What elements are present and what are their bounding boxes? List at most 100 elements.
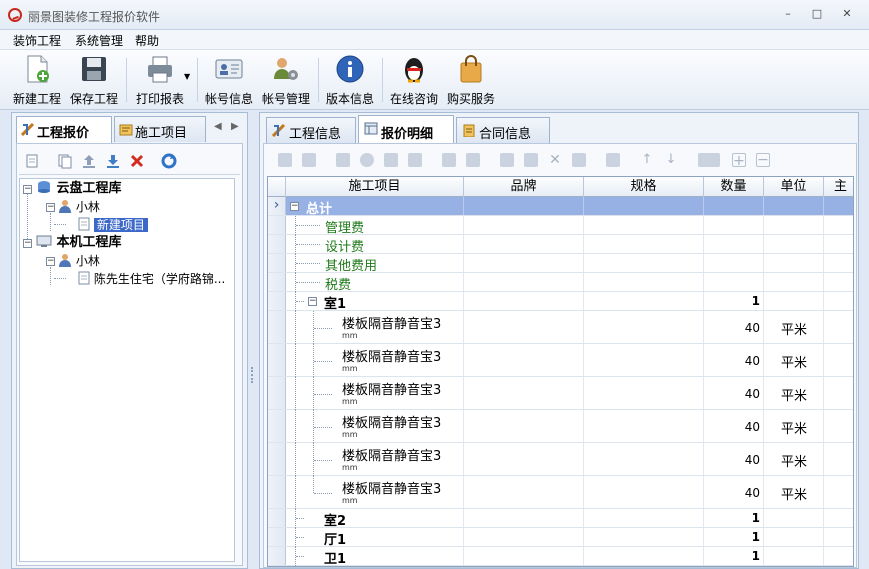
grid-cell[interactable] — [764, 528, 824, 546]
save-project-button[interactable]: 保存工程 — [67, 54, 121, 108]
tree-node-project[interactable]: 陈先生住宅（学府路锦... — [78, 270, 225, 288]
new-project-button[interactable]: 新建工程 — [10, 54, 64, 108]
row-indicator[interactable] — [268, 410, 286, 442]
grid-total-row[interactable]: › − 总计 — [268, 197, 853, 217]
grid-row[interactable]: 楼板隔音静音宝3 mm 40 平米 — [268, 311, 853, 344]
grid-cell[interactable] — [464, 377, 584, 409]
grid-cell[interactable] — [584, 197, 704, 215]
row-indicator[interactable] — [268, 216, 286, 234]
grid-cell[interactable] — [584, 254, 704, 272]
column-header-spec[interactable]: 规格 — [584, 177, 704, 197]
row-indicator[interactable] — [268, 476, 286, 508]
grid-cell[interactable] — [464, 509, 584, 527]
grid-row[interactable]: 楼板隔音静音宝3 mm 40 平米 — [268, 410, 853, 443]
grid-row[interactable]: 卫1 1 — [268, 547, 853, 566]
grid-cell[interactable] — [464, 273, 584, 291]
row-indicator[interactable] — [268, 443, 286, 475]
download-icon[interactable] — [105, 153, 121, 169]
tree-collapse-toggle[interactable]: − — [23, 239, 32, 248]
grid-cell[interactable] — [464, 216, 584, 234]
row-indicator[interactable] — [268, 528, 286, 546]
column-header-main[interactable]: 主 — [824, 177, 853, 197]
column-header-qty[interactable]: 数量 — [704, 177, 764, 197]
tab-project-quote[interactable]: 工程报价 — [16, 116, 112, 144]
grid-row[interactable]: 管理费 — [268, 216, 853, 236]
grid-cell[interactable] — [584, 377, 704, 409]
grid-cell[interactable] — [584, 547, 704, 565]
row-indicator[interactable] — [268, 254, 286, 272]
menu-help[interactable]: 帮助 — [135, 32, 159, 49]
delete-icon[interactable] — [129, 153, 145, 169]
move-down-icon[interactable]: ↓ — [664, 153, 678, 167]
add-child-icon[interactable] — [278, 153, 292, 167]
grid-cell[interactable] — [286, 509, 464, 527]
grid-cell[interactable] — [584, 235, 704, 253]
grid-cell[interactable] — [286, 547, 464, 565]
tab-construction-items[interactable]: 施工项目 — [114, 116, 206, 142]
upload-icon[interactable] — [81, 153, 97, 169]
grid-row[interactable]: 税费 — [268, 273, 853, 293]
column-header-unit[interactable]: 单位 — [764, 177, 824, 197]
grid-cell[interactable] — [464, 254, 584, 272]
row-indicator[interactable] — [268, 292, 286, 310]
refresh-icon[interactable] — [161, 153, 177, 169]
row-collapse-toggle[interactable]: − — [290, 202, 299, 211]
new-node-icon[interactable] — [24, 153, 40, 169]
grid-cell[interactable] — [584, 292, 704, 310]
tab-scroll-left-icon[interactable]: ◀ — [214, 121, 222, 132]
grid-row[interactable]: 室2 1 — [268, 509, 853, 529]
grid-cell[interactable] — [764, 273, 824, 291]
copy-node-icon[interactable] — [57, 153, 73, 169]
menu-decoration-project[interactable]: 装饰工程 — [13, 32, 61, 49]
grid-cell[interactable] — [464, 292, 584, 310]
grid-row[interactable]: 楼板隔音静音宝3 mm 40 平米 — [268, 476, 853, 509]
column-header-item[interactable]: 施工项目 — [286, 177, 464, 197]
grid-cell[interactable] — [764, 509, 824, 527]
tab-contract-info[interactable]: 合同信息 — [456, 117, 550, 143]
grid-cell[interactable] — [764, 547, 824, 565]
grid-cell[interactable] — [584, 509, 704, 527]
row-indicator[interactable] — [268, 377, 286, 409]
tree-node-user[interactable]: 小林 — [58, 252, 100, 270]
grid-cell[interactable] — [464, 344, 584, 376]
grid-cell[interactable] — [764, 216, 824, 234]
grid-cell[interactable] — [584, 528, 704, 546]
grid-row[interactable]: 其他费用 — [268, 254, 853, 274]
buy-service-button[interactable]: 购买服务 — [444, 54, 498, 108]
sort-icon[interactable] — [606, 153, 620, 167]
column-header-brand[interactable]: 品牌 — [464, 177, 584, 197]
grid-cell[interactable] — [764, 235, 824, 253]
grid-cell[interactable] — [584, 216, 704, 234]
grid-cell[interactable] — [464, 547, 584, 565]
tab-quote-details[interactable]: 报价明细 — [358, 115, 454, 143]
online-consult-button[interactable]: 在线咨询 — [387, 54, 441, 108]
tab-scroll-right-icon[interactable]: ▶ — [231, 121, 239, 132]
grid-cell[interactable] — [584, 273, 704, 291]
image-grid-icon[interactable] — [466, 153, 480, 167]
row-indicator[interactable] — [268, 509, 286, 527]
account-manage-button[interactable]: 帐号管理 — [259, 54, 313, 108]
close-button[interactable]: ✕ — [840, 8, 854, 20]
row-indicator[interactable] — [268, 273, 286, 291]
version-info-button[interactable]: 版本信息 — [323, 54, 377, 108]
grid-row[interactable]: 楼板隔音静音宝3 mm 40 平米 — [268, 344, 853, 377]
tree-node-project[interactable]: 新建项目 — [78, 216, 148, 234]
row-indicator[interactable] — [268, 547, 286, 565]
grid-cell[interactable] — [704, 235, 764, 253]
print-dropdown-arrow-icon[interactable]: ▼ — [184, 72, 190, 81]
tree-collapse-toggle[interactable]: − — [46, 203, 55, 212]
grid-cell[interactable] — [584, 344, 704, 376]
minimize-button[interactable]: – — [781, 8, 795, 20]
panel-splitter[interactable] — [249, 112, 259, 569]
image-icon[interactable] — [442, 153, 456, 167]
grid-row[interactable]: 楼板隔音静音宝3 mm 40 平米 — [268, 443, 853, 476]
grid-row[interactable]: 楼板隔音静音宝3 mm 40 平米 — [268, 377, 853, 410]
add-sibling-icon[interactable] — [302, 153, 316, 167]
tree-node-local-library[interactable]: 本机工程库 — [36, 234, 122, 252]
grid-cell[interactable] — [584, 476, 704, 508]
doc-edit-icon[interactable] — [408, 153, 422, 167]
grid-cell[interactable] — [704, 254, 764, 272]
grid-cell[interactable] — [584, 410, 704, 442]
row-collapse-toggle[interactable]: − — [308, 297, 317, 306]
cut-icon[interactable] — [336, 153, 350, 167]
